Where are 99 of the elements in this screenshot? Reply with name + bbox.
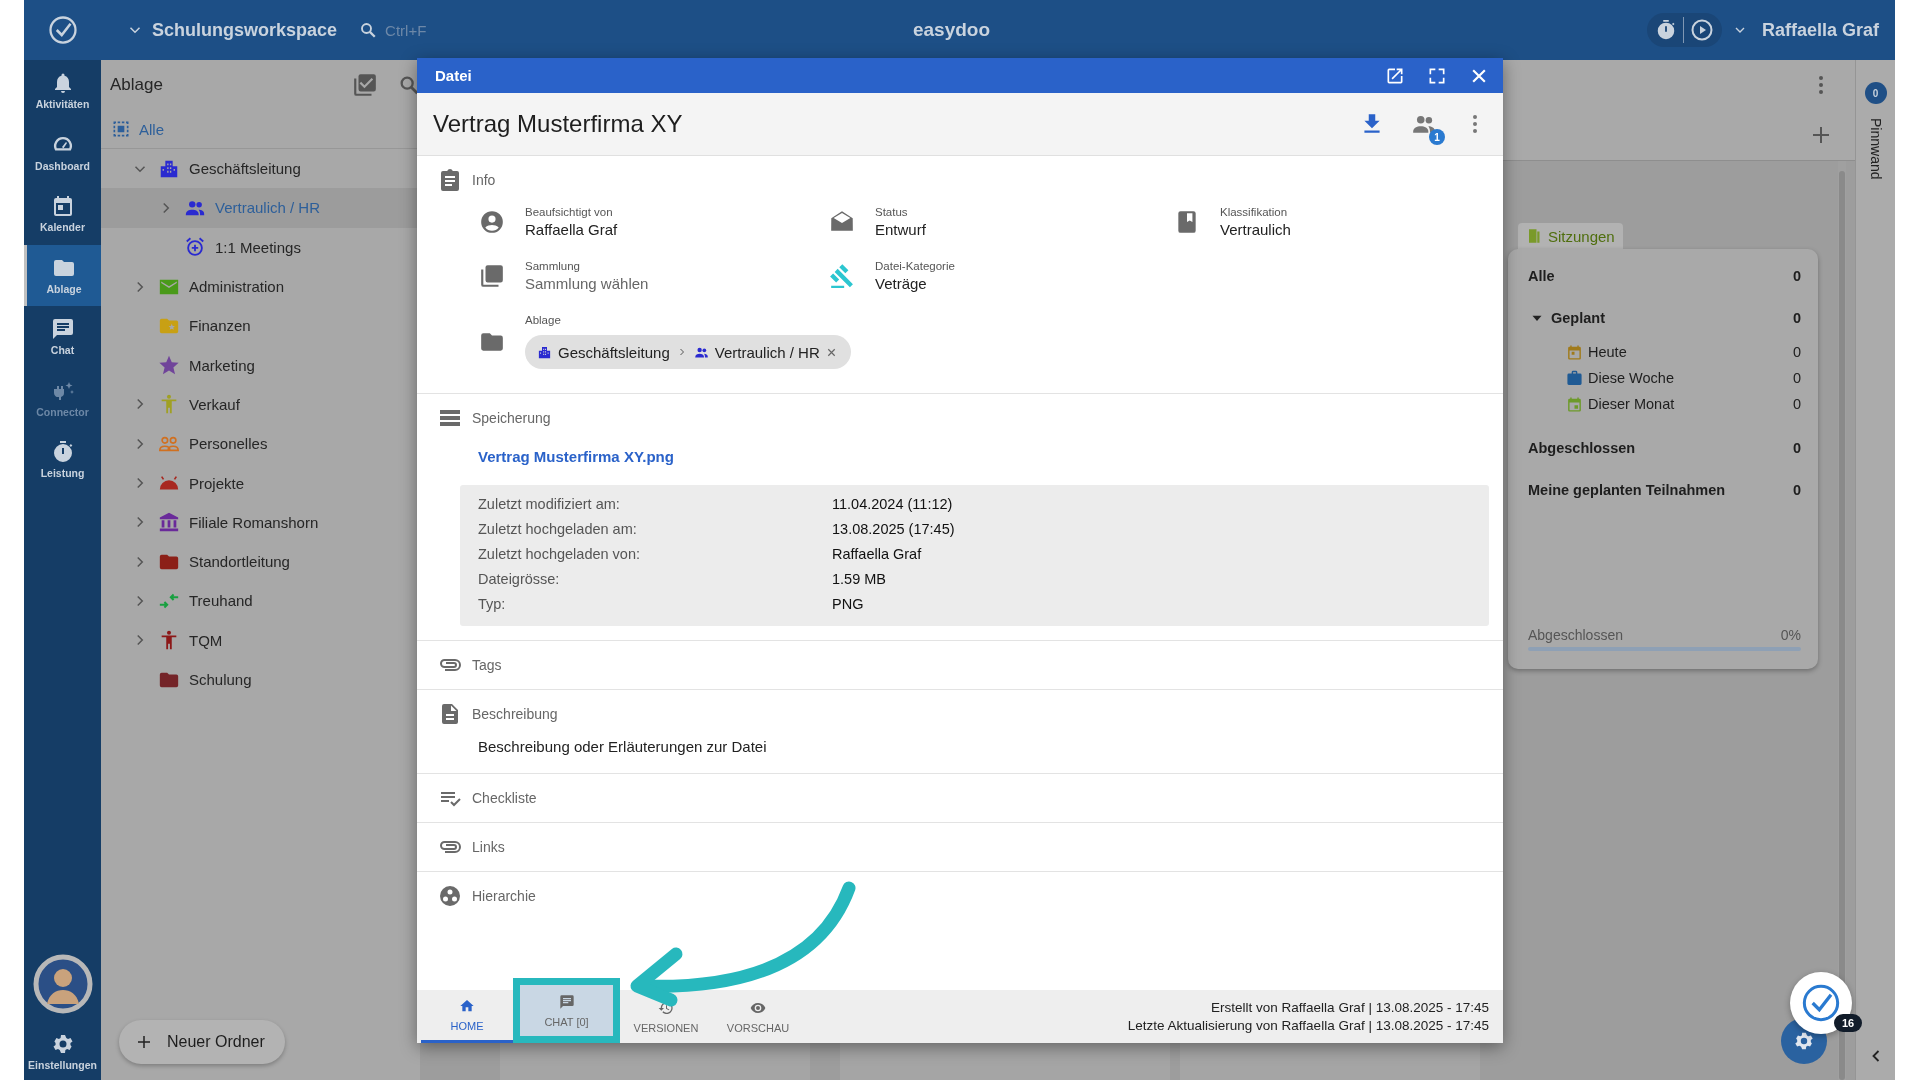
session-filter[interactable]: Meine geplanten Teilnahmen 0 [1528, 469, 1801, 511]
search-icon[interactable] [398, 74, 420, 96]
folder-item[interactable]: Filiale Romanshorn [101, 502, 420, 542]
session-filter[interactable]: Diese Woche 0 [1528, 365, 1801, 391]
nav-item[interactable]: Leistung [24, 429, 101, 491]
section-title: Tags [472, 657, 502, 673]
detail-label: Dateigrösse: [478, 570, 561, 589]
detail-label: Zuletzt hochgeladen am: [478, 520, 638, 539]
collection-icon [479, 263, 505, 289]
field-label: Sammlung [525, 260, 581, 272]
detail-value: PNG [832, 595, 865, 614]
folder-item[interactable]: Finanzen [101, 306, 420, 346]
location-chip[interactable]: Geschäftsleitung Vertraulich / HR [525, 335, 851, 369]
folder-item[interactable]: Projekte [101, 463, 420, 503]
nav-item[interactable]: Chat [24, 306, 101, 368]
detail-label: Zuletzt hochgeladen von: [478, 545, 642, 564]
field-value[interactable]: Vertraulich [1220, 221, 1291, 238]
section-title: Info [472, 172, 496, 188]
field-value[interactable]: Entwurf [875, 221, 926, 238]
gavel-icon [829, 263, 855, 289]
folder-item[interactable]: Marketing [101, 345, 420, 385]
folder-item[interactable]: Administration [101, 266, 420, 307]
clipboard-icon [438, 168, 462, 192]
folder-item[interactable]: 1:1 Meetings [101, 227, 420, 267]
check-icon [1801, 983, 1841, 1023]
field-value[interactable]: Veträge [875, 275, 955, 292]
detail-value: 13.08.2025 (17:45) [832, 520, 956, 539]
description-text[interactable]: Beschreibung oder Erläuterungen zur Datei [478, 738, 1503, 755]
field-label: Ablage [525, 314, 562, 326]
settings-icon [1793, 1030, 1815, 1052]
path-label: Geschäftsleitung [558, 343, 670, 361]
nav-item[interactable]: Aktivitäten [24, 60, 101, 122]
account-icon [479, 209, 505, 235]
nav-item[interactable]: Dashboard [24, 121, 101, 183]
multi-select-icon[interactable] [352, 72, 378, 98]
nav-item[interactable]: Kalender [24, 183, 101, 245]
hierarchy-icon [438, 884, 462, 908]
settings-item[interactable]: Einstellungen [24, 1022, 101, 1080]
file-title: Vertrag Musterfirma XY [433, 110, 683, 138]
session-filter[interactable]: Alle 0 [1528, 255, 1801, 297]
pinboard-tab[interactable]: Pinnwand [1867, 118, 1884, 180]
session-filter[interactable]: Heute 0 [1528, 339, 1801, 365]
section-title: Hierarchie [472, 888, 536, 904]
path-label: Vertraulich / HR [714, 343, 820, 361]
select-field[interactable]: Sammlung wählen [525, 275, 649, 292]
user-avatar[interactable] [32, 954, 93, 1014]
search-icon[interactable] [359, 21, 378, 39]
remove-icon[interactable] [825, 346, 837, 358]
field-label: Status [875, 206, 909, 218]
panel-title: Ablage [110, 75, 164, 95]
count-badge: 16 [1834, 1014, 1862, 1032]
chat-bubble-icon [558, 993, 575, 1010]
tab[interactable]: VORSCHAU [712, 990, 804, 1043]
section-title: Checkliste [472, 790, 537, 806]
detail-value: Raffaella Graf [832, 545, 923, 564]
field-label: Klassifikation [1220, 206, 1289, 218]
detail-value: 11.04.2024 (11:12) [832, 495, 954, 514]
chat-bubble-icon [50, 317, 75, 342]
detail-label: Typ: [478, 595, 507, 614]
count-badge: 1 [1429, 129, 1445, 145]
home-icon [459, 998, 475, 1014]
nav-item[interactable]: Ablage [24, 244, 101, 306]
folder-item[interactable]: Schulung [101, 659, 420, 700]
session-filter[interactable]: Abgeschlossen 0 [1528, 427, 1801, 469]
dialog-title: Datei [435, 67, 472, 84]
timer-control[interactable] [1646, 13, 1722, 47]
select-all-icon [111, 119, 131, 139]
section-title: Beschreibung [472, 706, 558, 722]
detail-label: Zuletzt modifiziert am: [478, 495, 621, 514]
folder-item[interactable]: Geschäftsleitung [101, 149, 420, 189]
app-name: easydoo [912, 19, 991, 41]
tab[interactable]: CHAT [0] [513, 978, 620, 1043]
footer-text: Erstellt von Raffaella Graf | 13.08.2025 - 17:45 [1211, 1000, 1489, 1015]
section-title: Speicherung [472, 410, 551, 426]
plus-icon [135, 1033, 153, 1051]
folder-item[interactable]: TQM [101, 620, 420, 660]
field-label: Beaufsichtigt von [525, 206, 614, 218]
file-link[interactable]: Vertrag Musterfirma XY.png [478, 448, 674, 465]
new-folder-button[interactable]: Neuer Ordner [119, 1020, 285, 1064]
detail-value: 1.59 MB [832, 570, 887, 589]
progress-reading: 0% [1780, 627, 1801, 643]
footer-text: Letzte Aktualisierung von Raffaella Graf | 13.08.2025 - 17:45 [1127, 1018, 1489, 1033]
logo-icon[interactable] [48, 15, 78, 45]
section-title: Links [472, 839, 505, 855]
building-icon [537, 344, 552, 360]
workspace-name[interactable]: Schulungsworkspace [152, 19, 338, 41]
progress-label: Abgeschlossen [1528, 627, 1623, 643]
folder-item[interactable]: Personelles [101, 424, 420, 464]
session-group[interactable]: Geplant 0 [1528, 297, 1801, 339]
session-filter[interactable]: Dieser Monat 0 [1528, 391, 1801, 417]
folder-item[interactable]: Standortleitung [101, 541, 420, 582]
folder-item[interactable]: Verkauf [101, 384, 420, 425]
user-name[interactable]: Raffaella Graf [1761, 19, 1879, 41]
folder-item[interactable]: Treuhand [101, 581, 420, 621]
field-value[interactable]: Raffaella Graf [525, 221, 618, 238]
count-badge: 0 [1864, 82, 1887, 104]
field-label: Datei-Kategorie [875, 260, 955, 272]
play-icon[interactable] [1689, 18, 1714, 42]
tab[interactable]: VERSIONEN [620, 990, 712, 1043]
